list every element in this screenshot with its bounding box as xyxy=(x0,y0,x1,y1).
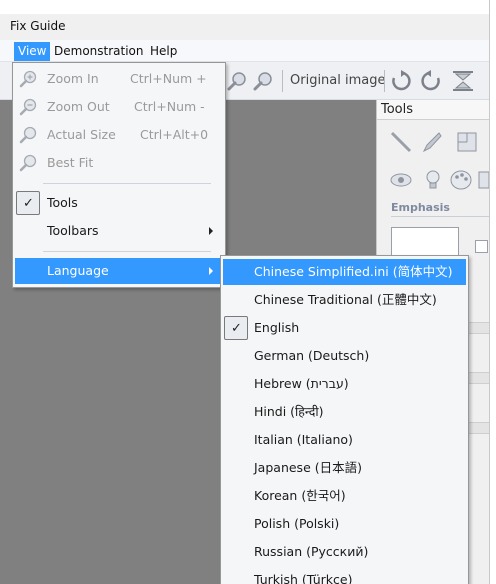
emphasis-checkbox[interactable] xyxy=(475,240,488,253)
tools-checkmark: ✓ xyxy=(16,191,40,215)
tools-pane-header: Tools xyxy=(377,100,490,120)
toolbar-separator xyxy=(384,70,385,92)
magnifier-icon[interactable] xyxy=(252,70,274,92)
menu-separator xyxy=(43,183,211,184)
menu-item-zoom-in[interactable]: Zoom In Ctrl+Num + xyxy=(15,66,223,92)
zoom-in-shortcut: Ctrl+Num + xyxy=(130,71,207,86)
eye-icon[interactable] xyxy=(389,168,413,192)
app-window: Fix Guide View Demonstration Help Origin… xyxy=(0,0,496,584)
title-bar: Fix Guide xyxy=(0,14,489,40)
toolbar-separator xyxy=(282,70,283,92)
crop-icon[interactable] xyxy=(455,130,479,154)
language-item[interactable]: Russian (Русский) xyxy=(223,539,466,565)
language-item-label: Chinese Traditional (正體中文) xyxy=(254,292,437,307)
language-item[interactable]: Turkish (Türkçe) xyxy=(223,567,466,584)
actual-size-shortcut: Ctrl+Alt+0 xyxy=(140,127,209,142)
lightbulb-icon[interactable] xyxy=(421,168,445,192)
language-item-label: German (Deutsch) xyxy=(254,348,370,363)
menu-help[interactable]: Help xyxy=(146,42,181,61)
language-item-label: Korean (한국어) xyxy=(254,488,346,503)
language-item-label: English xyxy=(254,320,300,335)
english-checkmark: ✓ xyxy=(224,316,248,340)
palette-icon[interactable] xyxy=(449,168,473,192)
language-item[interactable]: German (Deutsch) xyxy=(223,343,466,369)
language-item-label: Hindi (हिन्दी) xyxy=(254,404,324,419)
language-item-label: Hebrew (עברית) xyxy=(254,376,349,391)
emphasis-divider xyxy=(391,216,490,217)
zoom-icon[interactable] xyxy=(226,70,248,92)
menu-bar: View Demonstration Help xyxy=(0,40,489,62)
zoom-out-shortcut: Ctrl+Num - xyxy=(134,99,205,114)
view-menu: Zoom In Ctrl+Num + Zoom Out Ctrl+Num - A… xyxy=(12,62,226,288)
submenu-arrow-icon xyxy=(209,227,213,235)
menu-demonstration[interactable]: Demonstration xyxy=(50,42,148,61)
language-item-label: Japanese (日本語) xyxy=(254,460,362,475)
language-item-label: Turkish (Türkçe) xyxy=(254,572,353,584)
rotate-counterclockwise-icon[interactable] xyxy=(420,70,442,92)
menu-item-tools[interactable]: ✓ Tools xyxy=(15,190,223,216)
menu-item-actual-size[interactable]: Actual Size Ctrl+Alt+0 xyxy=(15,122,223,148)
menu-item-zoom-out[interactable]: Zoom Out Ctrl+Num - xyxy=(15,94,223,120)
menu-view[interactable]: View xyxy=(14,42,51,61)
menu-item-toolbars[interactable]: Toolbars xyxy=(15,218,223,244)
toolbars-label: Toolbars xyxy=(47,223,99,238)
language-item[interactable]: Polish (Polski) xyxy=(223,511,466,537)
language-submenu: Chinese Simplified.ini (简体中文) Chinese Tr… xyxy=(220,255,469,584)
language-item-label: Polish (Polski) xyxy=(254,516,340,531)
menu-item-best-fit[interactable]: Best Fit xyxy=(15,150,223,176)
language-item[interactable]: Korean (한국어) xyxy=(223,483,466,509)
actual-size-label: Actual Size xyxy=(47,127,116,142)
language-item[interactable]: Italian (Italiano) xyxy=(223,427,466,453)
submenu-arrow-icon xyxy=(209,267,213,275)
actual-size-icon xyxy=(19,126,37,144)
pencil-icon[interactable] xyxy=(389,130,413,154)
menu-separator xyxy=(43,251,211,252)
rotate-clockwise-icon[interactable] xyxy=(390,70,412,92)
original-image-button[interactable]: Original image xyxy=(290,73,386,88)
best-fit-icon xyxy=(19,154,37,172)
tools-pane-title: Tools xyxy=(381,102,414,117)
zoom-in-icon xyxy=(19,70,37,88)
zoom-out-icon xyxy=(19,98,37,116)
flip-vertical-icon[interactable] xyxy=(452,70,474,92)
emphasis-label: Emphasis xyxy=(391,201,450,214)
language-item-label: Russian (Русский) xyxy=(254,544,369,559)
language-item[interactable]: Hindi (हिन्दी) xyxy=(223,399,466,425)
language-item-label: Chinese Simplified.ini (简体中文) xyxy=(254,264,453,279)
language-item[interactable]: Japanese (日本語) xyxy=(223,455,466,481)
language-item[interactable]: Chinese Simplified.ini (简体中文) xyxy=(223,259,466,285)
tools-label: Tools xyxy=(47,195,78,210)
language-item[interactable]: Chinese Traditional (正體中文) xyxy=(223,287,466,313)
zoom-out-label: Zoom Out xyxy=(47,99,110,114)
window-right-edge xyxy=(489,0,496,584)
language-item-label: Italian (Italiano) xyxy=(254,432,353,447)
language-label: Language xyxy=(47,263,109,278)
brush-icon[interactable] xyxy=(419,130,443,154)
language-item[interactable]: Hebrew (עברית) xyxy=(223,371,466,397)
zoom-in-label: Zoom In xyxy=(47,71,99,86)
best-fit-label: Best Fit xyxy=(47,155,94,170)
window-title: Fix Guide xyxy=(10,19,66,33)
language-item[interactable]: ✓ English xyxy=(223,315,466,341)
menu-item-language[interactable]: Language xyxy=(15,258,223,284)
